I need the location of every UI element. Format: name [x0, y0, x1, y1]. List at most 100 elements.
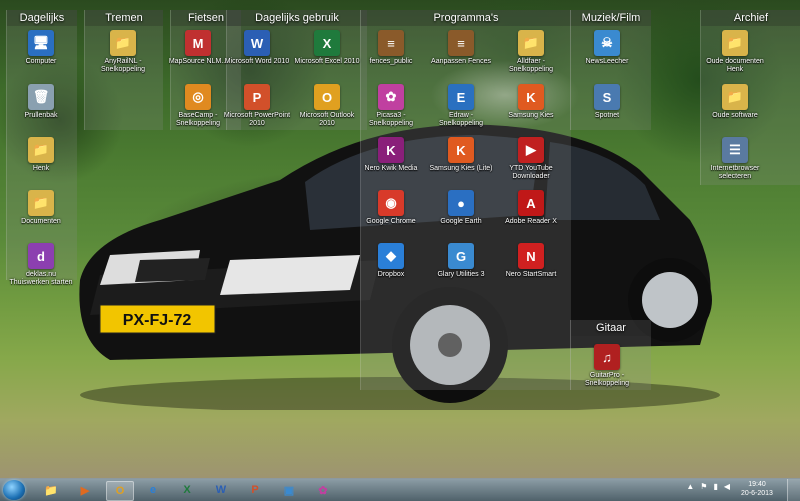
samsung-kies-icon: K: [448, 137, 474, 163]
fence-title: Muziek/Film: [571, 10, 651, 26]
desktop-icon-newsleecher[interactable]: ☠ NewsLeecher: [572, 30, 642, 66]
desktop-icon-word[interactable]: W Microsoft Word 2010: [222, 30, 292, 66]
fence-title: Tremen: [85, 10, 163, 26]
icon-label: Microsoft PowerPoint 2010: [223, 112, 291, 127]
browser-choice-icon: ☰: [722, 137, 748, 163]
folder-icon: 📁: [518, 30, 544, 56]
recycle-bin-icon: 🗑: [28, 84, 54, 110]
desktop-icon-google-earth[interactable]: ● Google Earth: [426, 190, 496, 226]
icon-label: Samsung Kies (Lite): [429, 165, 493, 172]
desktop-icon-nero-kwik[interactable]: K Nero Kwik Media: [356, 137, 426, 173]
icon-label: Microsoft Word 2010: [224, 58, 290, 65]
desktop-icon-nero-startsmart[interactable]: N Nero StartSmart: [496, 243, 566, 279]
chrome-icon: ◉: [378, 190, 404, 216]
desktop-icon-aanpassen-fences[interactable]: ≡ Aanpassen Fences: [426, 30, 496, 66]
taskbar-word-button[interactable]: W: [208, 481, 234, 499]
desktop-icon-oude-documenten[interactable]: 📁 Oude documenten Henk: [700, 30, 770, 74]
picasa-icon: ✿: [318, 484, 328, 497]
newsleecher-icon: ☠: [594, 30, 620, 56]
deklas-icon: d: [28, 243, 54, 269]
taskbar-excel-button[interactable]: X: [174, 481, 200, 499]
desktop-icon-guitarpro[interactable]: ♫ GuitarPro - Snelkoppeling: [572, 344, 642, 388]
desktop-icon-prullenbak[interactable]: 🗑 Prullenbak: [6, 84, 76, 120]
desktop-icon-computer[interactable]: 🖥 Computer: [6, 30, 76, 66]
powerpoint-icon: P: [244, 84, 270, 110]
desktop-icon-anyrail[interactable]: 📁 AnyRailNL - Snelkoppeling: [88, 30, 158, 74]
desktop-icon-samsung-kies-lite[interactable]: K Samsung Kies (Lite): [426, 137, 496, 173]
desktop-icon-excel[interactable]: X Microsoft Excel 2010: [292, 30, 362, 66]
taskbar-picasa-button[interactable]: ✿: [310, 481, 336, 499]
icon-label: Oude software: [712, 112, 758, 119]
desktop-icon-alldfaer[interactable]: 📁 Alldfaer - Snelkoppeling: [496, 30, 566, 74]
start-button[interactable]: [3, 480, 25, 500]
fence-title: Gitaar: [571, 320, 651, 336]
desktop-icon-samsung-kies[interactable]: K Samsung Kies: [496, 84, 566, 120]
icon-label: Google Chrome: [366, 218, 416, 225]
folder-icon: 📁: [722, 84, 748, 110]
desktop-icon-outlook[interactable]: O Microsoft Outlook 2010: [292, 84, 362, 128]
icon-label: Picasa3 - Snelkoppeling: [369, 112, 413, 127]
desktop-icon-spotnet[interactable]: S Spotnet: [572, 84, 642, 120]
icon-label: fences_public: [369, 58, 413, 65]
nero-kwik-icon: K: [378, 137, 404, 163]
icon-label: AnyRailNL - Snelkoppeling: [101, 58, 145, 73]
folder-icon: 📁: [28, 190, 54, 216]
desktop-icon-glary[interactable]: G Glary Utilities 3: [426, 243, 496, 279]
desktop-icon-fences-public[interactable]: ≡ fences_public: [356, 30, 426, 66]
desktop-icon-adobe-reader[interactable]: A Adobe Reader X: [496, 190, 566, 226]
taskbar-explorer-button[interactable]: 📁: [38, 481, 64, 499]
taskbar-photo-viewer-button[interactable]: ▣: [276, 481, 302, 499]
network-icon[interactable]: ▮: [713, 482, 717, 491]
adobe-reader-icon: A: [518, 190, 544, 216]
photo-viewer-icon: ▣: [283, 484, 295, 497]
desktop-icon-internetbrowser[interactable]: ☰ Internetbrowser selecteren: [700, 137, 770, 181]
license-plate: PX-FJ-72: [123, 312, 192, 329]
excel-icon: X: [183, 484, 191, 496]
icon-label: Microsoft Outlook 2010: [299, 112, 355, 127]
outlook-icon: O: [314, 84, 340, 110]
icon-label: Documenten: [21, 218, 61, 225]
icon-label: NewsLeecher: [585, 58, 629, 65]
outlook-icon: O: [115, 485, 125, 497]
volume-icon[interactable]: ◀: [724, 482, 730, 491]
desktop-icon-documenten[interactable]: 📁 Documenten: [6, 190, 76, 226]
taskbar-powerpoint-button[interactable]: P: [242, 481, 268, 499]
icon-label: Microsoft Excel 2010: [294, 58, 360, 65]
desktop-icon-edraw[interactable]: E Edraw - Snelkoppeling: [426, 84, 496, 128]
samsung-kies-icon: K: [518, 84, 544, 110]
media-player-icon: ▶: [80, 484, 90, 497]
youtube-downloader-icon: ▶: [518, 137, 544, 163]
folder-icon: 📁: [28, 137, 54, 163]
computer-icon: 🖥: [28, 30, 54, 56]
icon-label: Samsung Kies: [508, 112, 554, 119]
desktop-icon-powerpoint[interactable]: P Microsoft PowerPoint 2010: [222, 84, 292, 128]
icon-label: deklas.nu Thuiswerken starten: [9, 271, 73, 286]
desktop-icon-oude-software[interactable]: 📁 Oude software: [700, 84, 770, 120]
desktop-icon-chrome[interactable]: ◉ Google Chrome: [356, 190, 426, 226]
explorer-icon: 📁: [44, 484, 58, 497]
desktop-icon-picasa[interactable]: ✿ Picasa3 - Snelkoppeling: [356, 84, 426, 128]
icon-label: Alldfaer - Snelkoppeling: [509, 58, 553, 73]
mapsource-icon: M: [185, 30, 211, 56]
taskbar-internet-explorer-button[interactable]: e: [140, 481, 166, 499]
icon-label: Edraw - Snelkoppeling: [439, 112, 483, 127]
taskbar-media-player-button[interactable]: ▶: [72, 481, 98, 499]
glary-icon: G: [448, 243, 474, 269]
show-desktop-button[interactable]: [787, 479, 800, 501]
desktop-icon-ytd[interactable]: ▶ YTD YouTube Downloader: [496, 137, 566, 181]
clock-time: 19:40: [748, 481, 766, 488]
icon-label: Aanpassen Fences: [431, 58, 491, 65]
taskbar-outlook-button[interactable]: O: [106, 481, 134, 501]
desktop-icon-deklas[interactable]: d deklas.nu Thuiswerken starten: [6, 243, 76, 287]
dropbox-icon: ◆: [378, 243, 404, 269]
icon-label: Computer: [25, 58, 57, 65]
tray-expand-icon[interactable]: ▲: [686, 482, 694, 491]
desktop-icon-dropbox[interactable]: ◆ Dropbox: [356, 243, 426, 279]
taskbar-clock[interactable]: 19:40 20-6-2013: [734, 480, 780, 498]
icon-label: Nero StartSmart: [505, 271, 557, 278]
icon-label: Dropbox: [377, 271, 405, 278]
clock-date: 20-6-2013: [741, 490, 773, 497]
desktop-icon-henk[interactable]: 📁 Henk: [6, 137, 76, 173]
fences-icon: ≡: [448, 30, 474, 56]
flag-icon[interactable]: ⚑: [700, 482, 707, 491]
